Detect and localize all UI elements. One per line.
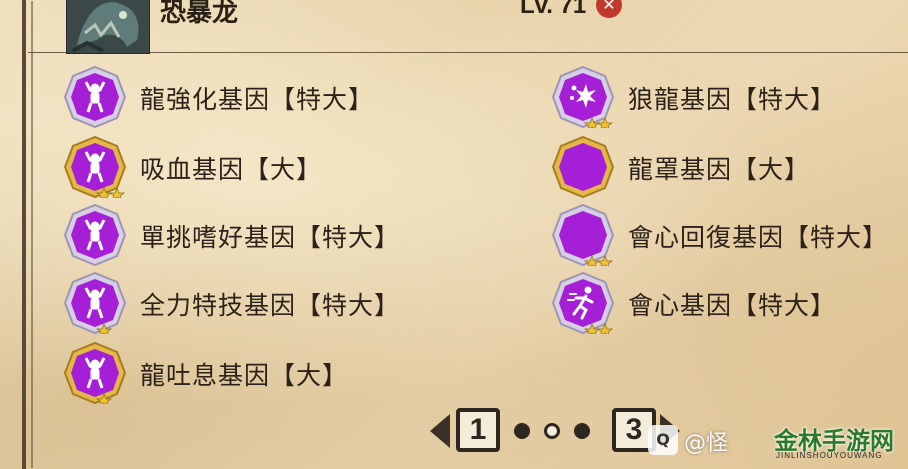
dragon-power-icon — [64, 136, 126, 198]
page-dot[interactable] — [514, 423, 530, 439]
prev-page-arrow-icon[interactable] — [430, 414, 450, 448]
first-page-button[interactable]: 1 — [456, 408, 500, 452]
monster-portrait[interactable] — [66, 0, 150, 54]
page-dot[interactable] — [574, 423, 590, 439]
page-dot-current[interactable] — [544, 423, 560, 439]
blank-gene-icon — [552, 136, 614, 198]
monster-portrait-icon — [67, 0, 149, 53]
gene-label: 龍罩基因【大】 — [628, 155, 811, 184]
watermark-site-subtitle: JINLINSHOUYOUWANG — [776, 451, 883, 460]
monster-name: 恐暴龙 — [160, 0, 239, 28]
watermark-logo-icon: Q — [648, 425, 678, 455]
dragon-element-icon: ✕ — [596, 0, 622, 18]
watermark-handle: @怪 — [684, 431, 729, 456]
gene-label: 龍吐息基因【大】 — [140, 361, 349, 390]
watermark: Q @怪 金林手游网 JINLINSHOUYOUWANG — [648, 413, 908, 469]
dragon-power-icon — [64, 66, 126, 128]
running-figure-icon — [552, 272, 614, 334]
pagination: 1 3 — [428, 404, 684, 458]
dragon-power-icon — [64, 204, 126, 266]
gene-label: 龍強化基因【特大】 — [140, 85, 375, 114]
gene-label: 會心回復基因【特大】 — [628, 223, 889, 252]
dragon-power-icon — [64, 272, 126, 334]
gene-label: 會心基因【特大】 — [628, 291, 837, 320]
blank-gene-icon — [552, 204, 614, 266]
sparkle-burst-icon — [552, 66, 614, 128]
gene-label: 狼龍基因【特大】 — [628, 85, 837, 114]
gene-label: 吸血基因【大】 — [140, 155, 323, 184]
dragon-power-icon — [64, 342, 126, 404]
left-border — [22, 0, 26, 469]
monster-header: 恐暴龙 Lv. 71 ✕ — [60, 0, 908, 54]
gene-label: 全力特技基因【特大】 — [140, 291, 401, 320]
monster-level: Lv. 71 — [520, 0, 587, 19]
gene-label: 單挑嗜好基因【特大】 — [140, 223, 401, 252]
